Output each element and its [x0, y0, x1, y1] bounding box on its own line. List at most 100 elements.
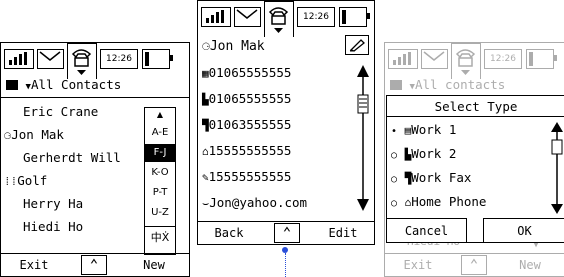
- field-value: 01065555555: [208, 91, 292, 106]
- contact-row[interactable]: Hiedi Ho: [23, 219, 83, 234]
- back-button[interactable]: Back: [204, 222, 254, 244]
- contact-filter-header[interactable]: ▼All Contacts: [6, 77, 186, 95]
- bottom-toolbar: Exit ⌃ New: [385, 253, 564, 276]
- selected-bullet-icon: •: [391, 126, 398, 137]
- signal-strength-icon: [388, 49, 418, 69]
- contact-row[interactable]: ⚆Jon Mak: [4, 127, 64, 142]
- option-label: Home Phone: [411, 194, 487, 209]
- contact-name: Gerherdt Will: [23, 150, 121, 165]
- exit-button[interactable]: Exit: [9, 254, 59, 276]
- contact-name: Eric Crane: [23, 104, 99, 119]
- ok-button[interactable]: OK: [483, 218, 564, 242]
- field-value: 15555555555: [208, 143, 292, 158]
- radio-empty-icon: ○: [391, 174, 398, 185]
- dialog-scrollbar[interactable]: [550, 120, 564, 216]
- alphabet-index[interactable]: ▲ A-E F-J K-O P-T U-Z 中Ẋ: [144, 107, 176, 255]
- up-navigation-icon[interactable]: ⌃: [81, 255, 107, 275]
- contact-row[interactable]: Herry Ha: [23, 196, 83, 211]
- edit-button[interactable]: Edit: [318, 222, 368, 244]
- clock-time: 12:26: [303, 12, 329, 22]
- up-navigation-icon[interactable]: ⌃: [274, 223, 300, 243]
- option-label: Work 2: [411, 146, 457, 161]
- new-button[interactable]: New: [129, 254, 179, 276]
- select-type-dialog: Select Type • ▤Work 1 ○ ▙Work 2 ○ ▜Work …: [386, 95, 564, 243]
- clock: 12:26: [297, 7, 335, 27]
- radio-empty-icon: ○: [391, 198, 398, 209]
- contact-title-name: Jon Mak: [209, 39, 265, 54]
- radio-empty-icon: ○: [391, 150, 398, 161]
- work-2-icon: ▙: [202, 93, 209, 106]
- cancel-button[interactable]: Cancel: [387, 218, 467, 242]
- header-divider: [1, 97, 189, 98]
- clock: 12:26: [484, 49, 522, 69]
- index-range-a-e[interactable]: A-E: [145, 124, 175, 142]
- index-range-u-z[interactable]: U-Z: [145, 204, 175, 222]
- clock: 12:26: [100, 49, 138, 69]
- field-row-mobile[interactable]: ✎15555555555: [202, 169, 291, 184]
- phone-menu-icon[interactable]: [67, 43, 97, 79]
- contact-detail-screen: 12:26 ⚆Jon Mak ▦01065555555 ▙01065555555…: [197, 0, 375, 245]
- up-navigation-icon: ⌃: [461, 255, 487, 275]
- field-row-work-1[interactable]: ▦01065555555: [202, 65, 291, 80]
- signal-strength-icon: [4, 49, 34, 69]
- bottom-toolbar: Back ⌃ Edit: [198, 221, 374, 244]
- field-value: 15555555555: [208, 169, 292, 184]
- status-bar: 12:26: [1, 43, 189, 79]
- mail-icon: [421, 49, 448, 69]
- mail-icon[interactable]: [234, 7, 261, 27]
- index-up-arrow-icon[interactable]: ▲: [145, 110, 175, 119]
- filter-label: All Contacts: [30, 77, 122, 92]
- language-switch-icon[interactable]: 中Ẋ: [145, 226, 175, 245]
- contact-row[interactable]: Gerherdt Will: [23, 150, 121, 165]
- status-bar: 12:26: [198, 1, 374, 37]
- battery-icon: [339, 7, 370, 27]
- dialog-title-divider: [387, 116, 564, 117]
- contact-filter-header: ▼All contacts: [390, 77, 505, 92]
- contact-name: Golf: [17, 173, 48, 188]
- filter-label: All contacts: [414, 77, 506, 92]
- battery-icon: [142, 49, 173, 69]
- type-option-home-phone[interactable]: ○ ⌂Home Phone: [391, 194, 486, 209]
- field-row-work-2[interactable]: ▙01065555555: [202, 91, 291, 106]
- ok-label: OK: [517, 223, 532, 238]
- field-row-home[interactable]: ⌂15555555555: [202, 143, 291, 158]
- new-button: New: [519, 258, 541, 272]
- type-option-work-1[interactable]: • ▤Work 1: [391, 122, 456, 137]
- fax-icon: ▜: [202, 119, 209, 132]
- index-range-p-t[interactable]: P-T: [145, 184, 175, 202]
- phone-menu-icon: [451, 43, 481, 79]
- mail-icon[interactable]: [37, 49, 64, 69]
- contact-row[interactable]: ⁞⁞Golf: [4, 173, 47, 189]
- edit-pencil-icon[interactable]: [345, 35, 369, 55]
- contact-name: Herry Ha: [23, 196, 84, 211]
- contact-name: Jon Mak: [11, 127, 64, 142]
- option-label: Work 1: [411, 122, 457, 137]
- cancel-label: Cancel: [404, 223, 449, 238]
- phone-menu-icon[interactable]: [264, 1, 294, 37]
- type-option-work-fax[interactable]: ○ ▜Work Fax: [391, 170, 471, 185]
- index-range-f-j[interactable]: F-J: [145, 144, 175, 162]
- exit-button: Exit: [403, 258, 433, 272]
- contact-title: ⚆Jon Mak: [202, 39, 265, 54]
- battery-icon: [526, 49, 557, 69]
- status-bar: 12:26: [385, 43, 564, 79]
- field-row-fax[interactable]: ▜01063555555: [202, 117, 291, 132]
- scrollbar[interactable]: [356, 63, 370, 213]
- contact-name: Hiedi Ho: [23, 219, 84, 234]
- index-range-k-o[interactable]: K-O: [145, 164, 175, 182]
- field-row-email[interactable]: ⌣Jon@yahoo.com: [202, 195, 307, 211]
- field-value: Jon@yahoo.com: [209, 195, 308, 210]
- contact-row[interactable]: Eric Crane: [23, 104, 98, 119]
- type-option-work-2[interactable]: ○ ▙Work 2: [391, 146, 456, 161]
- work-phone-icon: ▦: [202, 67, 209, 80]
- home-phone-icon: ⌂: [202, 145, 209, 158]
- option-label: Work Fax: [411, 170, 472, 185]
- contact-card-icon: ⚆: [202, 39, 210, 54]
- dialog-title: Select Type: [434, 99, 518, 114]
- signal-strength-icon: [201, 7, 231, 27]
- field-value: 01065555555: [208, 65, 292, 80]
- mobile-phone-icon: ✎: [202, 171, 209, 184]
- group-icon: ⁞⁞: [4, 175, 18, 188]
- bottom-toolbar: Exit ⌃ New: [1, 253, 189, 276]
- clock-time: 12:26: [106, 54, 132, 64]
